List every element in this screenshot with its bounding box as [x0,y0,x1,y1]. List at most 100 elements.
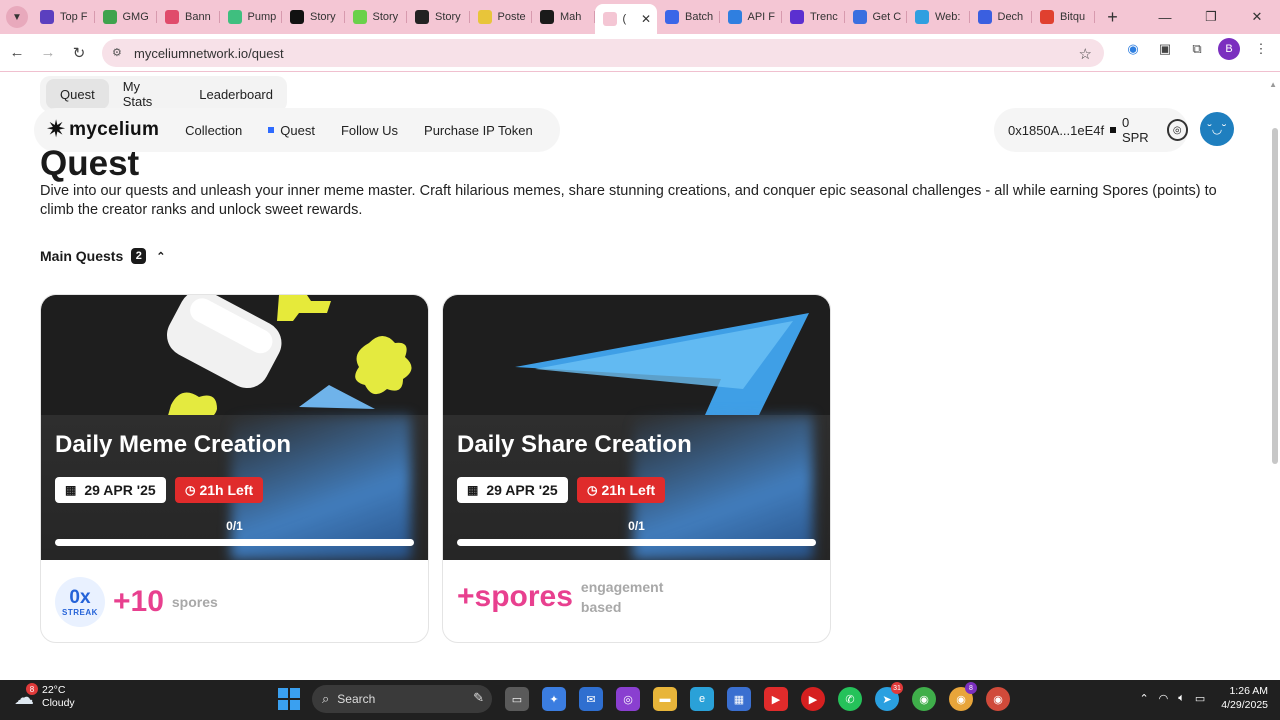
browser-tab[interactable]: Pump [220,3,283,31]
tab-search-button[interactable]: ▼ [6,6,28,28]
extension-icon[interactable]: ◉ [1122,38,1144,60]
browser-tab[interactable]: Mah [532,3,595,31]
quest-progress-label: 0/1 [628,519,645,533]
app-icon[interactable]: ◎ [616,687,640,711]
scrollbar-thumb[interactable] [1272,128,1278,464]
new-tab-button[interactable]: + [1101,5,1125,29]
quest-time-left-chip: ◷ 21h Left [175,477,264,503]
copilot-icon[interactable]: ✦ [542,687,566,711]
youtube-icon[interactable]: ▶ [764,687,788,711]
site-info-icon[interactable]: ⚙ [112,46,126,60]
browser-tab[interactable]: API F [720,3,783,31]
maximize-button[interactable]: ❐ [1188,0,1234,34]
weather-widget[interactable]: ☁ 8 22°C Cloudy [14,683,75,710]
extension-icon[interactable]: ▣ [1154,38,1176,60]
subtab-leaderboard[interactable]: Leaderboard [185,79,287,109]
quest-card-image: Daily Share Creation ▦ 29 APR '25 ◷ 21h … [443,295,830,560]
store-icon[interactable]: ▦ [727,687,751,711]
address-bar[interactable]: ⚙ myceliumnetwork.io/quest ☆ [102,39,1104,67]
browser-tab[interactable]: Dech [970,3,1033,31]
subtab-quest[interactable]: Quest [46,79,109,109]
active-indicator-icon [268,127,275,133]
browser-tab[interactable]: Poste [470,3,533,31]
wifi-icon[interactable]: ◠ [1159,692,1169,705]
search-placeholder: Search [337,692,376,706]
calendar-icon: ▦ [467,483,479,497]
url-text[interactable]: myceliumnetwork.io/quest [134,46,284,61]
mycelium-logo[interactable]: ✷ mycelium [46,118,159,142]
chrome-badge: 8 [965,682,977,694]
browser-tab[interactable]: (✕ [594,4,657,34]
profile-avatar[interactable]: B [1218,38,1240,60]
browser-tab[interactable]: Top F [32,3,95,31]
browser-tab[interactable]: GMG [95,3,158,31]
chrome-icon[interactable]: ◉ [912,687,936,711]
bookmark-star-icon[interactable]: ☆ [1079,45,1092,63]
battery-icon[interactable]: ▭ [1195,692,1205,705]
tab-label: Dech [997,11,1024,23]
tray-overflow-chevron-icon[interactable]: ⌃ [1139,692,1148,705]
quest-card-daily-meme[interactable]: Daily Meme Creation ▦ 29 APR '25 ◷ 21h L… [40,294,429,643]
chrome-alt-icon[interactable]: ◉ [986,687,1010,711]
whatsapp-icon[interactable]: ✆ [838,687,862,711]
mail-icon[interactable]: ✉ [579,687,603,711]
nav-collection[interactable]: Collection [185,123,242,138]
task-view-icon[interactable]: ▭ [505,687,529,711]
quest-title: Daily Share Creation [457,431,692,458]
browser-tab[interactable]: Trenc [782,3,845,31]
clock-icon: ◷ [587,483,598,497]
browser-tab[interactable]: Story [407,3,470,31]
main-quests-header[interactable]: Main Quests 2 ⌃ [40,248,165,264]
forward-button[interactable]: → [34,39,62,67]
telegram-icon[interactable]: ➤ 31 [875,682,903,711]
browser-tab[interactable]: Bann [157,3,220,31]
reward-amount: +spores [457,580,573,613]
quest-card-daily-share[interactable]: Daily Share Creation ▦ 29 APR '25 ◷ 21h … [442,294,831,643]
quest-date: 29 APR '25 [84,482,156,498]
reload-button[interactable]: ↻ [65,39,93,67]
toolbar-actions: ◉ ▣ ⧉ B ⋮ [1122,38,1272,60]
tab-label: ( [622,13,627,25]
browser-tab[interactable]: Story [345,3,408,31]
subtab-my-stats[interactable]: My Stats [109,79,186,109]
volume-icon[interactable]: 🔈︎ [1178,692,1185,705]
chevron-up-icon[interactable]: ⌃ [156,250,165,263]
file-explorer-icon[interactable]: ▬ [653,687,677,711]
tab-favicon-icon [415,10,429,24]
browser-tab[interactable]: Bitqu [1032,3,1095,31]
close-window-button[interactable]: ✕ [1234,0,1280,34]
back-button[interactable]: ← [3,39,31,67]
browser-tab[interactable]: Story [282,3,345,31]
browser-tab[interactable]: Get C [845,3,908,31]
separator-square-icon [1110,127,1116,133]
spore-coin-icon: ◎ [1166,119,1188,141]
edge-icon[interactable]: e [690,687,714,711]
tab-label: Top F [60,11,88,23]
nav-follow-us[interactable]: Follow Us [341,123,398,138]
tab-favicon-icon [852,10,867,24]
browser-tab[interactable]: Web: [907,3,970,31]
taskbar-apps: ⌕ Search ✎ ▭ ✦ ✉ ◎ ▬ e ▦ ▶ ▶ ✆ ➤ 31 ◉ ◉ … [278,682,1010,713]
extensions-puzzle-icon[interactable]: ⧉ [1186,38,1208,60]
tab-label: Mah [560,11,582,23]
browser-tab[interactable]: Batch [657,3,720,31]
wallet-balance: 0 SPR [1121,115,1149,145]
nav-quest-label: Quest [280,122,315,138]
wallet-address: 0x1850A...1eE4f [1008,122,1105,138]
nav-quest[interactable]: Quest [268,123,315,138]
menu-kebab-icon[interactable]: ⋮ [1250,38,1272,60]
clock-icon: ◷ [185,483,196,497]
user-avatar[interactable]: ˘◡˘ [1200,112,1234,146]
chrome-profile-icon[interactable]: ◉ 8 [949,682,977,711]
scroll-up-arrow[interactable]: ▲ [1269,80,1277,89]
minimize-button[interactable]: — [1142,0,1188,34]
taskbar-search[interactable]: ⌕ Search ✎ [312,685,492,713]
wallet-pill[interactable]: 0x1850A...1eE4f 0 SPR ◎ [994,108,1188,152]
clock[interactable]: 1:26 AM 4/29/2025 [1221,684,1268,712]
quest-time-left-chip: ◷ 21h Left [577,477,666,503]
nav-purchase-ip-token[interactable]: Purchase IP Token [424,123,533,138]
tab-label: GMG [122,11,149,23]
close-tab-icon[interactable]: ✕ [641,12,651,26]
youtube-music-icon[interactable]: ▶ [801,687,825,711]
windows-start-icon[interactable] [278,688,300,710]
